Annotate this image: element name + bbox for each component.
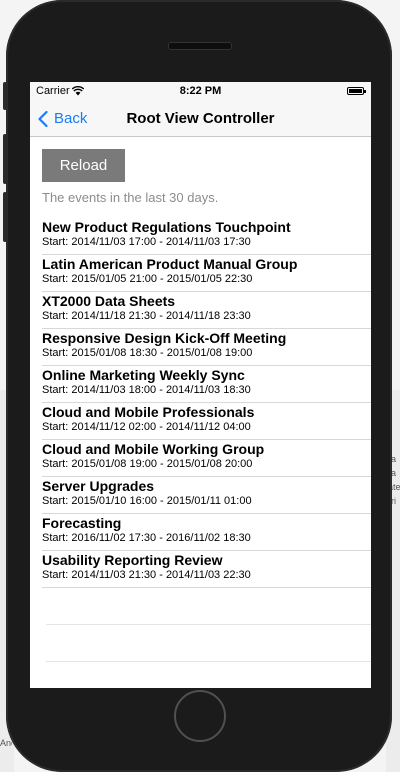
event-time: Start: 2014/11/03 21:30 - 2014/11/03 22:…	[42, 569, 251, 581]
event-time: Start: 2014/11/03 17:00 - 2014/11/03 17:…	[42, 236, 251, 248]
event-time: Start: 2014/11/03 18:00 - 2014/11/03 18:…	[42, 384, 251, 396]
event-list[interactable]: New Product Regulations Touchpoint Start…	[42, 218, 371, 662]
event-title: Latin American Product Manual Group	[42, 256, 298, 272]
event-time: Start: 2014/11/12 02:00 - 2014/11/12 04:…	[42, 421, 251, 433]
main-content: Reload The events in the last 30 days. N…	[30, 149, 371, 662]
status-bar: Carrier 8:22 PM	[30, 82, 371, 102]
speaker-grille	[168, 42, 232, 50]
mute-switch	[3, 82, 7, 110]
event-row[interactable]: XT2000 Data Sheets Start: 2014/11/18 21:…	[42, 292, 371, 329]
app-screen: Carrier 8:22 PM Back Root View Controlle…	[30, 82, 371, 688]
event-title: Server Upgrades	[42, 478, 155, 494]
event-time: Start: 2015/01/08 19:00 - 2015/01/08 20:…	[42, 458, 253, 470]
iphone-simulator-frame: Carrier 8:22 PM Back Root View Controlle…	[3, 0, 392, 772]
event-row[interactable]: Server Upgrades Start: 2015/01/10 16:00 …	[42, 477, 371, 514]
event-title: Usability Reporting Review	[42, 552, 223, 568]
home-button[interactable]	[174, 690, 226, 742]
volume-down-button	[3, 192, 7, 242]
nav-title: Root View Controller	[126, 110, 275, 127]
event-row[interactable]: Responsive Design Kick-Off Meeting Start…	[42, 329, 371, 366]
event-row[interactable]: Cloud and Mobile Working Group Start: 20…	[42, 440, 371, 477]
event-title: Forecasting	[42, 515, 122, 531]
event-title: Responsive Design Kick-Off Meeting	[42, 330, 287, 346]
reload-button[interactable]: Reload	[42, 149, 125, 182]
event-time: Start: 2015/01/08 18:30 - 2015/01/08 19:…	[42, 347, 253, 359]
event-title: Online Marketing Weekly Sync	[42, 367, 245, 383]
event-title: Cloud and Mobile Professionals	[42, 404, 255, 420]
events-caption: The events in the last 30 days.	[42, 190, 219, 205]
event-time: Start: 2015/01/05 21:00 - 2015/01/05 22:…	[42, 273, 253, 285]
event-title: New Product Regulations Touchpoint	[42, 219, 291, 235]
event-row[interactable]: Usability Reporting Review Start: 2014/1…	[42, 551, 371, 588]
event-title: Cloud and Mobile Working Group	[42, 441, 265, 457]
event-row[interactable]: Cloud and Mobile Professionals Start: 20…	[42, 403, 371, 440]
event-time: Start: 2016/11/02 17:30 - 2016/11/02 18:…	[42, 532, 251, 544]
navigation-bar: Back Root View Controller	[30, 102, 371, 137]
status-time: 8:22 PM	[179, 85, 222, 97]
event-row[interactable]: Latin American Product Manual Group Star…	[42, 255, 371, 292]
event-row[interactable]: Forecasting Start: 2016/11/02 17:30 - 20…	[42, 514, 371, 551]
event-row[interactable]: New Product Regulations Touchpoint Start…	[42, 218, 371, 255]
empty-row	[46, 588, 371, 625]
volume-up-button	[3, 134, 7, 184]
event-time: Start: 2014/11/18 21:30 - 2014/11/18 23:…	[42, 310, 251, 322]
event-time: Start: 2015/01/10 16:00 - 2015/01/11 01:…	[42, 495, 252, 507]
battery-icon	[347, 87, 366, 95]
event-title: XT2000 Data Sheets	[42, 293, 176, 309]
event-row[interactable]: Online Marketing Weekly Sync Start: 2014…	[42, 366, 371, 403]
empty-row	[46, 625, 371, 662]
